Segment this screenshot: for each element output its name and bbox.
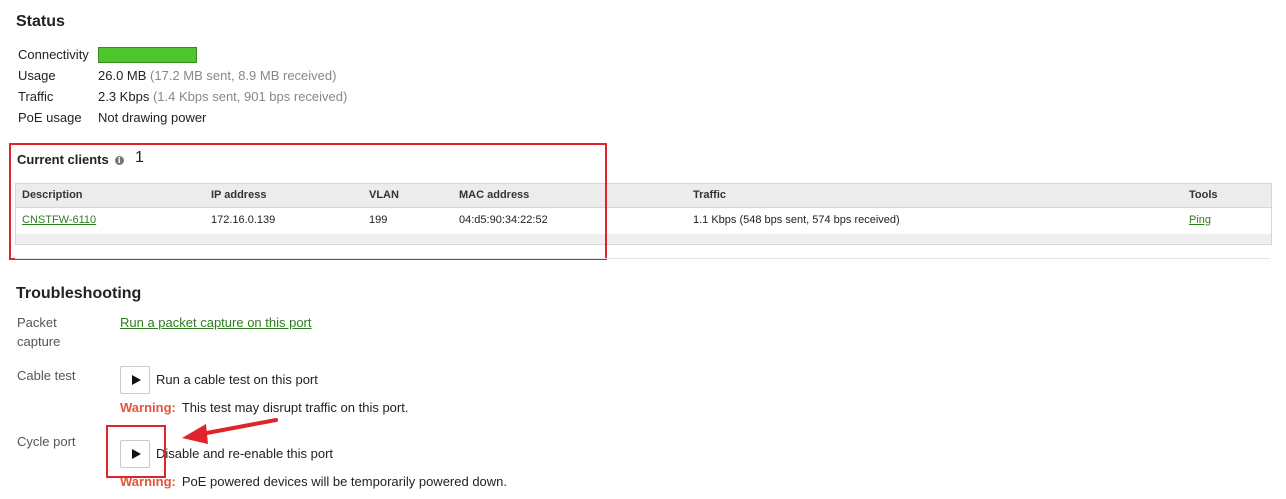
warning-label: Warning: [120, 400, 176, 415]
poe-value: Not drawing power [98, 110, 207, 125]
traffic-label: Traffic [18, 89, 54, 104]
cycle-port-highlight-box [106, 425, 166, 478]
ping-link[interactable]: Ping [1189, 214, 1211, 226]
poe-row: PoE usage Not drawing power [18, 107, 347, 128]
column-header-traffic[interactable]: Traffic [693, 189, 726, 201]
clients-highlight-box [9, 143, 607, 260]
usage-detail: (17.2 MB sent, 8.9 MB received) [150, 68, 337, 83]
cable-test-label: Cable test [17, 368, 76, 383]
packet-capture-label: Packet capture [17, 315, 61, 349]
cable-test-button[interactable] [120, 366, 150, 394]
traffic-detail: (1.4 Kbps sent, 901 bps received) [152, 89, 348, 104]
packet-capture-link[interactable]: Run a packet capture on this port [120, 315, 312, 330]
connectivity-label: Connectivity [18, 47, 89, 62]
connectivity-row: Connectivity [18, 44, 347, 65]
troubleshooting-heading: Troubleshooting [16, 285, 142, 302]
poe-label: PoE usage [18, 110, 82, 125]
usage-label: Usage [18, 68, 56, 83]
client-traffic: 1.1 Kbps (548 bps sent, 574 bps received… [693, 214, 900, 226]
play-icon [131, 375, 141, 385]
cycle-port-warning: Warning: PoE powered devices will be temp… [120, 474, 507, 489]
cable-test-button-label: Run a cable test on this port [156, 372, 318, 387]
annotation-arrow-icon [182, 418, 278, 444]
traffic-value: 2.3 Kbps [98, 89, 150, 104]
connectivity-bar [98, 46, 197, 63]
status-table: Connectivity Usage 26.0 MB (17.2 MB sent… [18, 44, 347, 128]
warning-text: PoE powered devices will be temporarily … [181, 474, 508, 489]
traffic-row: Traffic 2.3 Kbps (1.4 Kbps sent, 901 bps… [18, 86, 347, 107]
status-heading: Status [16, 13, 65, 30]
column-header-tools[interactable]: Tools [1189, 189, 1218, 201]
section-divider [15, 258, 1270, 259]
usage-row: Usage 26.0 MB (17.2 MB sent, 8.9 MB rece… [18, 65, 347, 86]
cycle-port-label: Cycle port [17, 434, 76, 449]
usage-value: 26.0 MB [98, 68, 147, 83]
